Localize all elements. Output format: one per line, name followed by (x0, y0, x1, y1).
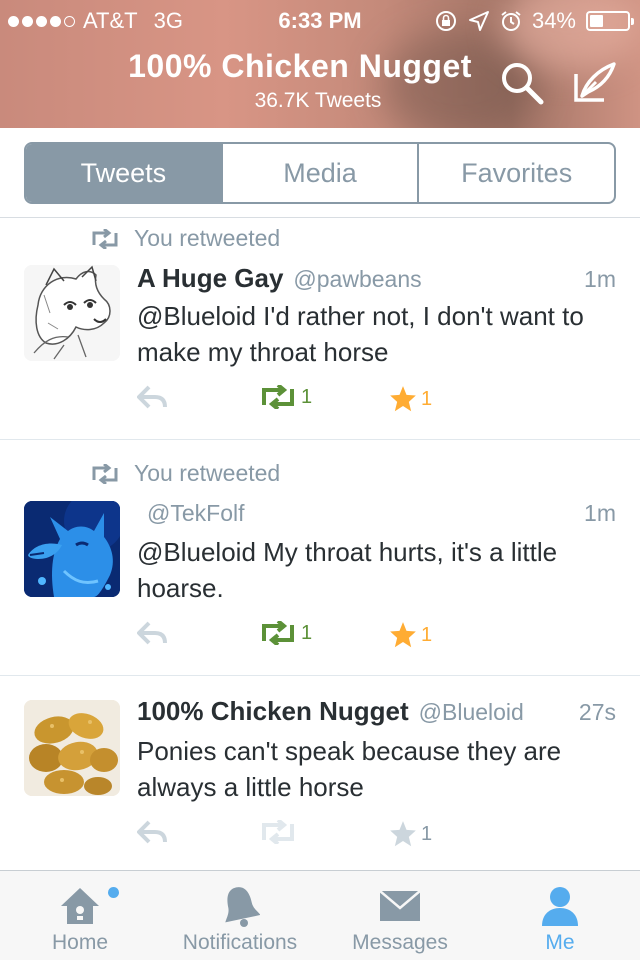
tweet-item[interactable]: You retweeted A Huge Gay @pawbeans 1m @B… (0, 219, 640, 440)
tab-favorites[interactable]: Favorites (419, 144, 614, 202)
tab-tweets[interactable]: Tweets (26, 144, 223, 202)
avatar[interactable] (24, 265, 120, 361)
retweet-icon (262, 621, 294, 645)
tab-label: Home (51, 931, 109, 954)
tweet-author-name[interactable]: A Huge Gay (137, 263, 283, 294)
reply-button[interactable] (137, 820, 169, 844)
tweet-author-handle[interactable]: @TekFolf (147, 500, 584, 527)
tweet-timestamp: 27s (578, 699, 616, 725)
tab-label: Me (545, 931, 575, 954)
reply-button[interactable] (137, 621, 169, 645)
tweet-author-handle[interactable]: @Blueloid (419, 699, 579, 726)
battery-icon (586, 11, 634, 31)
retweet-icon (92, 463, 118, 484)
retweet-context: You retweeted (90, 460, 280, 487)
tab-home[interactable]: Home (0, 871, 160, 960)
tweet-timestamp: 1m (584, 266, 616, 292)
reply-icon (137, 385, 167, 409)
tweet-author-handle[interactable]: @pawbeans (293, 266, 584, 293)
star-icon (390, 821, 416, 847)
alarm-icon (501, 11, 521, 31)
person-icon (542, 887, 578, 926)
tweet-text: Ponies can't speak because they are alwa… (137, 736, 562, 802)
rotation-lock-icon (435, 11, 456, 31)
unread-dot (108, 887, 119, 898)
star-icon (390, 386, 416, 412)
tweet-header: A Huge Gay @pawbeans 1m (137, 263, 616, 294)
retweet-icon (262, 385, 294, 409)
retweet-button[interactable]: 1 (259, 385, 312, 409)
retweet-icon (92, 228, 118, 249)
tweet-actions: 1 (137, 820, 457, 852)
favorite-count: 1 (421, 387, 433, 410)
retweet-count: 1 (301, 621, 313, 644)
retweet-context-label: You retweeted (134, 460, 281, 486)
reply-icon (137, 621, 167, 645)
tab-notifications[interactable]: Notifications (160, 871, 320, 960)
tab-me[interactable]: Me (480, 871, 640, 960)
avatar[interactable] (24, 501, 120, 597)
battery-percent: 34% (531, 8, 576, 33)
compose-tweet-icon[interactable] (572, 60, 618, 106)
retweet-context: You retweeted (90, 225, 280, 252)
tweet-header: 100% Chicken Nugget @Blueloid 27s (137, 696, 616, 727)
tab-label: Notifications (182, 931, 298, 954)
tweet-actions: 1 1 (137, 621, 457, 653)
tab-label: Messages (352, 931, 448, 954)
favorite-button[interactable]: 1 (389, 820, 432, 848)
status-bar: AT&T 3G 6:33 PM 34% (0, 0, 640, 40)
bottom-tab-bar: Home Notifications Messages Me (0, 870, 640, 960)
retweet-context-label: You retweeted (134, 225, 281, 251)
tweet-text: @Blueloid I'd rather not, I don't want t… (137, 301, 584, 367)
reply-icon (137, 820, 167, 844)
profile-tabs: Tweets Media Favorites (0, 128, 640, 218)
search-icon[interactable] (499, 60, 545, 106)
retweet-icon (262, 820, 294, 844)
tweet-item[interactable]: You retweeted @TekFolf 1m @Blueloid My t… (0, 440, 640, 676)
favorite-count: 1 (421, 822, 433, 845)
reply-button[interactable] (137, 385, 169, 409)
tweet-timestamp: 1m (584, 500, 616, 526)
avatar[interactable] (24, 700, 120, 796)
tab-media[interactable]: Media (223, 144, 420, 202)
favorite-button[interactable]: 1 (389, 621, 432, 649)
profile-header: AT&T 3G 6:33 PM 34% 100% Chicken Nugget … (0, 0, 640, 128)
favorite-button[interactable]: 1 (389, 385, 432, 413)
tweet-actions: 1 1 (137, 385, 457, 417)
retweet-button[interactable] (259, 820, 301, 844)
bell-icon (225, 887, 260, 927)
tweet-author-name[interactable]: 100% Chicken Nugget (137, 696, 409, 727)
home-icon (61, 888, 99, 924)
tweet-item[interactable]: 100% Chicken Nugget @Blueloid 27s Ponies… (0, 676, 640, 870)
tab-messages[interactable]: Messages (320, 871, 480, 960)
location-arrow-icon (468, 11, 489, 31)
envelope-icon (379, 890, 421, 921)
favorite-count: 1 (421, 623, 433, 646)
star-icon (390, 622, 416, 648)
retweet-button[interactable]: 1 (259, 621, 312, 645)
retweet-count: 1 (301, 385, 313, 408)
tweet-header: @TekFolf 1m (137, 500, 616, 527)
tweet-text: @Blueloid My throat hurts, it's a little… (137, 537, 558, 603)
